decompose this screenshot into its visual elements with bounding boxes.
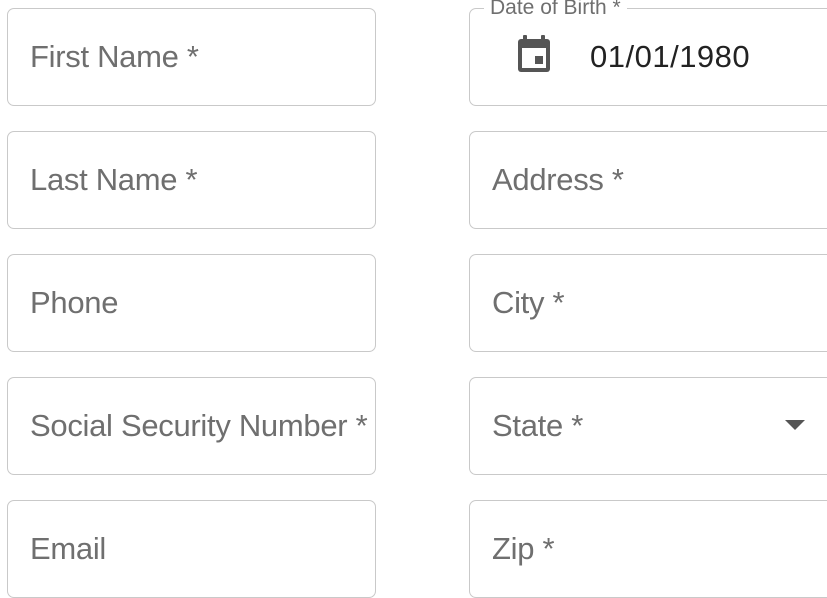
last-name-input[interactable] [8,132,375,228]
email-input[interactable] [8,501,375,597]
ssn-input[interactable] [8,378,375,474]
first-name-field[interactable]: First Name * [7,8,376,106]
phone-input[interactable] [8,255,375,351]
first-name-input[interactable] [8,9,375,105]
last-name-field[interactable]: Last Name * [7,131,376,229]
state-select[interactable]: State * [469,377,827,475]
date-of-birth-field[interactable]: Date of Birth * 01/01/1980 [469,0,827,106]
calendar-icon[interactable] [516,35,552,73]
city-input[interactable] [470,255,827,351]
zip-input[interactable] [470,501,827,597]
phone-field[interactable]: Phone [7,254,376,352]
address-input[interactable] [470,132,827,228]
ssn-field[interactable]: Social Security Number * [7,377,376,475]
email-field[interactable]: Email [7,500,376,598]
state-select-trigger[interactable] [470,378,827,474]
city-field[interactable]: City * [469,254,827,352]
address-field[interactable]: Address * [469,131,827,229]
date-of-birth-input[interactable] [580,9,827,105]
dropdown-arrow-icon[interactable] [785,420,805,430]
zip-field[interactable]: Zip * [469,500,827,598]
